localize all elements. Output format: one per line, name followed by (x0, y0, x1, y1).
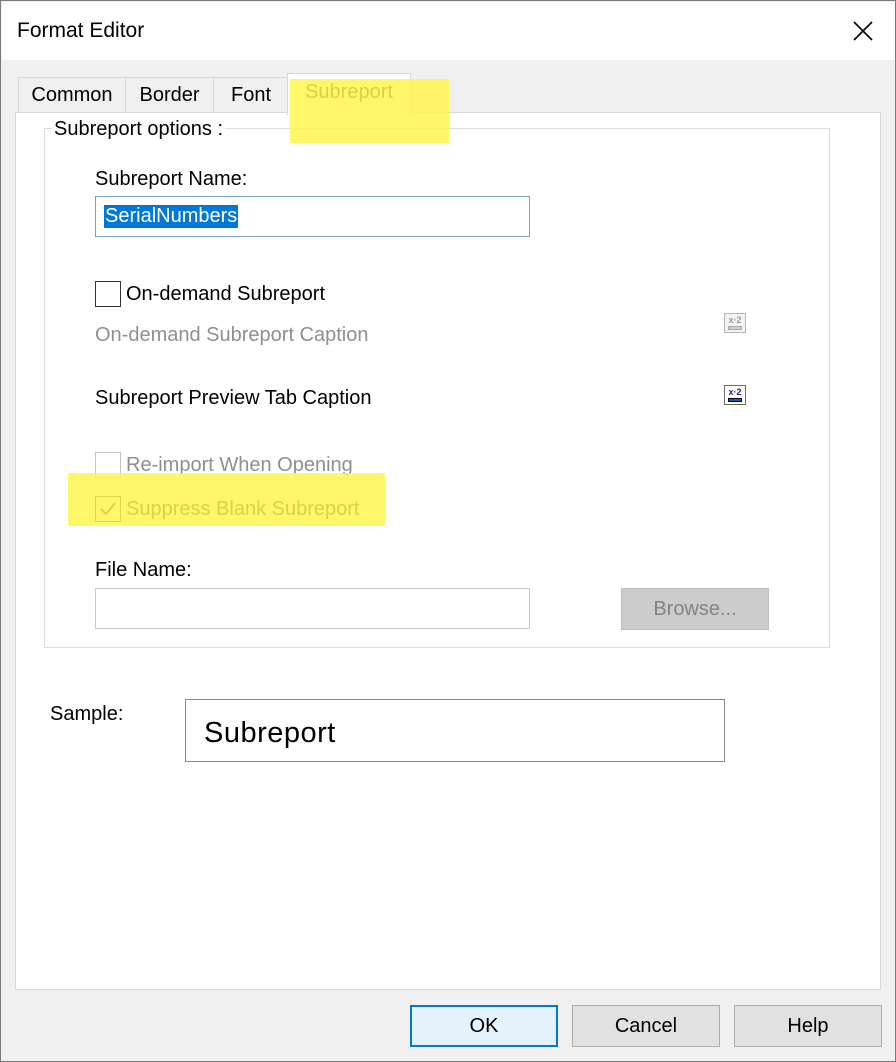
tab-common[interactable]: Common (18, 77, 126, 113)
close-button[interactable] (840, 6, 886, 56)
formula-bar-icon (728, 326, 742, 330)
close-icon (853, 21, 873, 41)
subreport-tab-panel: Subreport options : Subreport Name: Seri… (15, 112, 881, 990)
subreport-name-label: Subreport Name: (95, 168, 248, 190)
file-name-label: File Name: (95, 559, 192, 581)
help-button-label: Help (787, 1014, 829, 1037)
tab-border-label: Border (139, 84, 200, 106)
help-button[interactable]: Help (734, 1005, 882, 1047)
title-bar: Format Editor (2, 2, 895, 60)
tab-border[interactable]: Border (125, 77, 214, 113)
suppress-blank-label: Suppress Blank Subreport (126, 498, 360, 520)
tab-subreport-label: Subreport (305, 81, 393, 103)
cancel-button-label: Cancel (614, 1014, 678, 1037)
reimport-checkbox[interactable] (95, 452, 121, 478)
ok-button-label: OK (469, 1014, 499, 1037)
window-title: Format Editor (17, 19, 145, 42)
sample-label: Sample: (50, 703, 124, 725)
subreport-name-input[interactable]: SerialNumbers (95, 196, 530, 237)
sample-text: Subreport (204, 717, 336, 749)
formula-icon: x·2 (728, 387, 742, 397)
browse-button[interactable]: Browse... (621, 588, 769, 630)
suppress-blank-checkbox[interactable] (95, 496, 121, 522)
formula-icon: x·2 (728, 315, 742, 325)
preview-tab-caption-formula-button[interactable]: x·2 (724, 385, 746, 405)
on-demand-subreport-label: On-demand Subreport (126, 283, 326, 305)
tab-font-label: Font (230, 84, 272, 106)
subreport-name-value: SerialNumbers (104, 205, 239, 228)
tab-font[interactable]: Font (213, 77, 289, 113)
preview-tab-caption-label: Subreport Preview Tab Caption (95, 387, 372, 409)
ok-button[interactable]: OK (410, 1005, 558, 1047)
formula-bar-icon (728, 398, 742, 402)
sample-preview: Subreport (185, 699, 725, 762)
reimport-label: Re-import When Opening (126, 454, 353, 476)
group-label: Subreport options : (52, 118, 225, 141)
on-demand-caption-formula-button[interactable]: x·2 (724, 313, 746, 333)
tab-common-label: Common (31, 84, 113, 106)
checkmark-icon (100, 502, 116, 516)
on-demand-subreport-checkbox[interactable] (95, 281, 121, 307)
cancel-button[interactable]: Cancel (572, 1005, 720, 1047)
format-editor-dialog: Format Editor Common Border Font Subrepo… (0, 0, 896, 1062)
file-name-input[interactable] (95, 588, 530, 629)
on-demand-caption-label: On-demand Subreport Caption (95, 324, 369, 346)
tab-subreport[interactable]: Subreport (287, 73, 411, 115)
browse-button-label: Browse... (653, 597, 737, 620)
